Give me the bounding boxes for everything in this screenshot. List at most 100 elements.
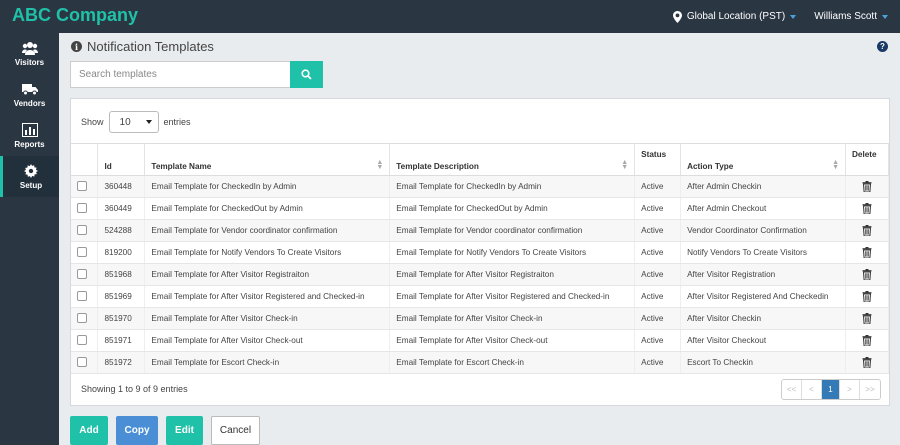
row-select-cell <box>71 307 99 330</box>
sort-icon: ▲ ▼ <box>376 159 384 171</box>
sidebar-item-setup[interactable]: Setup <box>0 156 59 197</box>
search-icon <box>301 69 312 80</box>
row-checkbox[interactable] <box>77 224 87 235</box>
info-icon: i <box>71 41 82 52</box>
delete-cell[interactable] <box>845 263 889 286</box>
row-checkbox[interactable] <box>77 356 87 367</box>
pagination: << < 1 > >> <box>781 379 881 400</box>
row-checkbox[interactable] <box>77 290 87 301</box>
cell-id: 851970 <box>97 307 146 330</box>
row-select-cell <box>71 241 99 264</box>
cell-template-description: Email Template for Escort Check-in <box>389 351 636 374</box>
delete-cell[interactable] <box>845 285 889 308</box>
entries-label: entries <box>163 117 191 127</box>
cell-id: 819200 <box>97 241 146 264</box>
table-row[interactable]: 819200 Email Template for Notify Vendors … <box>71 241 889 264</box>
sidebar-item-label: Reports <box>14 139 45 149</box>
main-content: i Notification Templates ? Show 10 entri… <box>59 33 900 445</box>
sidebar-item-visitors[interactable]: Visitors <box>0 33 59 74</box>
cell-template-name: Email Template for CheckedIn by Admin <box>144 175 391 198</box>
cell-status: Active <box>634 241 682 264</box>
trash-icon <box>862 203 872 214</box>
last-page-button[interactable]: >> <box>860 380 880 399</box>
truck-icon <box>21 83 38 95</box>
sidebar: Visitors Vendors Reports Setup <box>0 33 59 445</box>
table-row[interactable]: 851970 Email Template for After Visitor C… <box>71 307 889 330</box>
help-icon[interactable]: ? <box>877 41 888 52</box>
table-row[interactable]: 851969 Email Template for After Visitor R… <box>71 285 889 308</box>
page-button-current[interactable]: 1 <box>822 380 840 399</box>
cell-template-description: Email Template for CheckedOut by Admin <box>389 197 636 220</box>
first-page-button[interactable]: << <box>782 380 802 399</box>
location-label: Global Location (PST) <box>686 11 786 22</box>
templates-table: Id Template Name ▲ ▼ Template Description ▲… <box>71 143 889 374</box>
location-selector[interactable]: Global Location (PST) <box>672 10 797 23</box>
cell-template-name: Email Template for After Visitor Check-o… <box>144 329 391 352</box>
column-header-template-description[interactable]: Template Description ▲ ▼ <box>389 143 636 176</box>
copy-button[interactable]: Copy <box>116 416 158 445</box>
cell-template-description: Email Template for After Visitor Check-i… <box>389 307 636 330</box>
edit-button[interactable]: Edit <box>166 416 203 445</box>
search-button[interactable] <box>290 61 323 88</box>
trash-icon <box>862 291 872 302</box>
row-checkbox[interactable] <box>77 268 87 279</box>
row-checkbox[interactable] <box>77 180 87 191</box>
cell-action-type: After Admin Checkin <box>680 175 846 198</box>
search-input[interactable] <box>70 61 290 88</box>
trash-icon <box>862 247 872 258</box>
top-nav: Global Location (PST) Williams Scott <box>672 0 888 33</box>
row-checkbox[interactable] <box>77 334 87 345</box>
table-row[interactable]: 360448 Email Template for CheckedIn by Ad… <box>71 175 889 198</box>
cell-template-name: Email Template for After Visitor Registr… <box>144 263 391 286</box>
column-header-action-type[interactable]: Action Type ▲ ▼ <box>680 143 846 176</box>
delete-cell[interactable] <box>845 307 889 330</box>
column-header-id[interactable]: Id <box>97 143 146 176</box>
brand-logo[interactable]: ABC Company <box>12 5 138 26</box>
delete-cell[interactable] <box>845 351 889 374</box>
trash-icon <box>862 357 872 368</box>
table-row[interactable]: 851972 Email Template for Escort Check-in… <box>71 351 889 374</box>
table-row[interactable]: 360449 Email Template for CheckedOut by A… <box>71 197 889 220</box>
sidebar-item-label: Visitors <box>14 57 45 67</box>
cell-action-type: After Visitor Registration <box>680 263 846 286</box>
cancel-button[interactable]: Cancel <box>211 416 260 445</box>
row-checkbox[interactable] <box>77 202 87 213</box>
row-checkbox[interactable] <box>77 246 87 257</box>
sidebar-item-reports[interactable]: Reports <box>0 115 59 156</box>
page-size-select[interactable]: 10 <box>108 111 159 133</box>
delete-cell[interactable] <box>845 197 889 220</box>
row-checkbox[interactable] <box>77 312 87 323</box>
delete-cell[interactable] <box>845 329 889 352</box>
cell-template-description: Email Template for Notify Vendors To Cre… <box>389 241 636 264</box>
sidebar-item-label: Vendors <box>13 98 46 108</box>
next-page-button[interactable]: > <box>840 380 860 399</box>
templates-panel: Show 10 entries Id Template Name ▲ ▼ Templ… <box>70 98 890 406</box>
cell-template-name: Email Template for After Visitor Registe… <box>144 285 391 308</box>
cell-status: Active <box>634 285 682 308</box>
cell-status: Active <box>634 329 682 352</box>
delete-cell[interactable] <box>845 241 889 264</box>
cell-id: 851969 <box>97 285 146 308</box>
page-title: i Notification Templates <box>71 39 214 54</box>
column-header-status[interactable]: Status <box>634 143 682 176</box>
bar-chart-icon <box>21 122 38 137</box>
row-select-cell <box>71 329 99 352</box>
delete-cell[interactable] <box>845 175 889 198</box>
cell-status: Active <box>634 219 682 242</box>
add-button[interactable]: Add <box>70 416 108 445</box>
table-summary: Showing 1 to 9 of 9 entries <box>81 384 188 394</box>
cell-status: Active <box>634 175 682 198</box>
user-menu[interactable]: Williams Scott <box>814 11 888 22</box>
row-select-cell <box>71 263 99 286</box>
column-header-template-name[interactable]: Template Name ▲ ▼ <box>144 143 391 176</box>
prev-page-button[interactable]: < <box>802 380 822 399</box>
show-label: Show <box>81 117 104 127</box>
delete-cell[interactable] <box>845 219 889 242</box>
table-row[interactable]: 851971 Email Template for After Visitor C… <box>71 329 889 352</box>
select-column-header <box>71 143 99 176</box>
table-row[interactable]: 524288 Email Template for Vendor coordina… <box>71 219 889 242</box>
cell-status: Active <box>634 307 682 330</box>
cell-template-description: Email Template for Vendor coordinator co… <box>389 219 636 242</box>
table-row[interactable]: 851968 Email Template for After Visitor R… <box>71 263 889 286</box>
sidebar-item-vendors[interactable]: Vendors <box>0 74 59 115</box>
